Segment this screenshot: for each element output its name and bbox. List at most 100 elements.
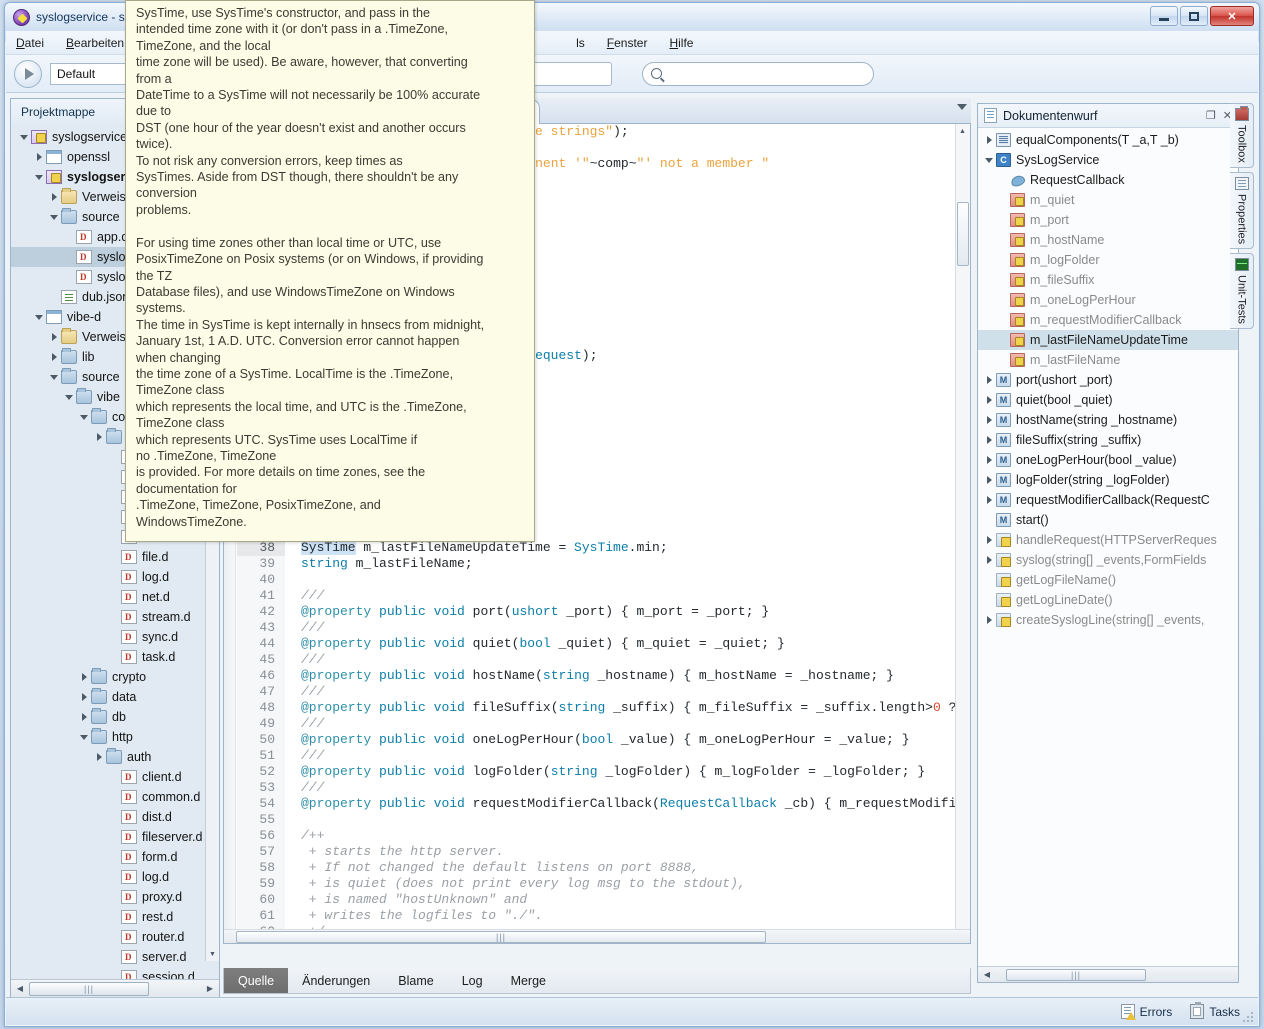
- code-line[interactable]: 55: [237, 812, 955, 828]
- chevron-right-icon[interactable]: [982, 476, 996, 484]
- resize-grip[interactable]: [1243, 1010, 1255, 1022]
- outline-item[interactable]: MfileSuffix(string _suffix): [978, 430, 1238, 450]
- chevron-down-icon[interactable]: [77, 414, 91, 420]
- tree-item[interactable]: task.d: [11, 647, 219, 667]
- chevron-down-icon[interactable]: [957, 104, 967, 110]
- editor-vscrollbar[interactable]: ▲: [955, 124, 970, 929]
- chevron-right-icon[interactable]: [77, 693, 91, 701]
- tree-item[interactable]: sync.d: [11, 627, 219, 647]
- search-box[interactable]: [642, 61, 874, 86]
- outline-hscroll-thumb[interactable]: |||: [1006, 968, 1146, 981]
- chevron-right-icon[interactable]: [77, 713, 91, 721]
- code-line[interactable]: 39 string m_lastFileName;: [237, 556, 955, 572]
- tree-item[interactable]: net.d: [11, 587, 219, 607]
- tree-item[interactable]: server.d: [11, 947, 219, 967]
- outline-item[interactable]: C SysLogService: [978, 150, 1238, 170]
- tree-item[interactable]: client.d: [11, 767, 219, 787]
- chevron-down-icon[interactable]: [47, 374, 61, 380]
- chevron-down-icon[interactable]: [47, 214, 61, 220]
- float-window-icon[interactable]: ❐: [1206, 109, 1216, 122]
- run-button[interactable]: [14, 59, 42, 88]
- tree-item[interactable]: crypto: [11, 667, 219, 687]
- outline-item[interactable]: m_hostName: [978, 230, 1238, 250]
- chevron-right-icon[interactable]: [982, 616, 996, 624]
- menu-fenster[interactable]: Fenster: [607, 36, 648, 50]
- code-line[interactable]: 54 @property public void requestModifierC…: [237, 796, 955, 812]
- tree-hscroll-thumb[interactable]: |||: [29, 981, 149, 996]
- code-line[interactable]: 46 @property public void hostName(string …: [237, 668, 955, 684]
- chevron-right-icon[interactable]: [982, 496, 996, 504]
- code-line[interactable]: 43 ///: [237, 620, 955, 636]
- tree-item[interactable]: stream.d: [11, 607, 219, 627]
- tree-item[interactable]: common.d: [11, 787, 219, 807]
- close-button[interactable]: ✕: [1210, 6, 1254, 26]
- code-line[interactable]: 59 + is quiet (does not print every log …: [237, 876, 955, 892]
- chevron-down-icon[interactable]: [32, 314, 46, 320]
- minimize-button[interactable]: [1150, 6, 1178, 26]
- code-line[interactable]: 58 + If not changed the default listens …: [237, 860, 955, 876]
- code-line[interactable]: 60 + is named "hostUnknown" and: [237, 892, 955, 908]
- code-line[interactable]: 48 @property public void fileSuffix(strin…: [237, 700, 955, 716]
- outline-item[interactable]: m_requestModifierCallback: [978, 310, 1238, 330]
- document-outline-tree[interactable]: equalComponents(T _a,T _b) C SysLogService…: [978, 128, 1238, 966]
- outline-item[interactable]: Mport(ushort _port): [978, 370, 1238, 390]
- chevron-right-icon[interactable]: [982, 136, 996, 144]
- tree-scroll-down-button[interactable]: ▼: [207, 948, 218, 960]
- chevron-right-icon[interactable]: [47, 193, 61, 201]
- tree-item[interactable]: log.d: [11, 867, 219, 887]
- outline-item[interactable]: getLogLineDate(): [978, 590, 1238, 610]
- chevron-right-icon[interactable]: [982, 396, 996, 404]
- chevron-right-icon[interactable]: [32, 153, 46, 161]
- dock-tab[interactable]: Unit-Tests: [1230, 253, 1254, 329]
- outline-item[interactable]: MhostName(string _hostname): [978, 410, 1238, 430]
- outline-item[interactable]: m_lastFileNameUpdateTime: [978, 330, 1238, 350]
- code-line[interactable]: 40: [237, 572, 955, 588]
- code-line[interactable]: 41 ///: [237, 588, 955, 604]
- outline-item[interactable]: m_fileSuffix: [978, 270, 1238, 290]
- chevron-down-icon[interactable]: [32, 174, 46, 180]
- tree-item[interactable]: dist.d: [11, 807, 219, 827]
- chevron-right-icon[interactable]: [47, 353, 61, 361]
- code-line[interactable]: 51 ///: [237, 748, 955, 764]
- outline-item[interactable]: m_logFolder: [978, 250, 1238, 270]
- menu-hilfe[interactable]: Hilfe: [669, 36, 693, 50]
- code-line[interactable]: 56 /++: [237, 828, 955, 844]
- code-line[interactable]: 47 ///: [237, 684, 955, 700]
- code-line[interactable]: 50 @property public void oneLogPerHour(bo…: [237, 732, 955, 748]
- outline-item[interactable]: m_quiet: [978, 190, 1238, 210]
- outline-item[interactable]: m_port: [978, 210, 1238, 230]
- menu-datei[interactable]: DDateiatei: [16, 36, 44, 50]
- tree-item[interactable]: form.d: [11, 847, 219, 867]
- editor-scroll-up-button[interactable]: ▲: [957, 125, 968, 137]
- code-line[interactable]: 42 @property public void port(ushort _por…: [237, 604, 955, 620]
- tree-item[interactable]: proxy.d: [11, 887, 219, 907]
- editor-bottom-tab[interactable]: Log: [448, 968, 497, 993]
- outline-scroll-left-button[interactable]: ◀: [980, 968, 994, 982]
- tree-item[interactable]: log.d: [11, 567, 219, 587]
- code-line[interactable]: 49 ///: [237, 716, 955, 732]
- chevron-right-icon[interactable]: [982, 376, 996, 384]
- tree-item[interactable]: rest.d: [11, 907, 219, 927]
- tree-item[interactable]: router.d: [11, 927, 219, 947]
- outline-item[interactable]: MlogFolder(string _logFolder): [978, 470, 1238, 490]
- outline-item[interactable]: createSyslogLine(string[] _events,: [978, 610, 1238, 630]
- code-line[interactable]: 44 @property public void quiet(bool _quie…: [237, 636, 955, 652]
- tree-scroll-left-button[interactable]: ◀: [13, 982, 27, 996]
- outline-item[interactable]: MrequestModifierCallback(RequestC: [978, 490, 1238, 510]
- editor-vscroll-thumb[interactable]: [957, 202, 969, 266]
- editor-bottom-tab[interactable]: Quelle: [224, 968, 289, 993]
- outline-item[interactable]: Mstart(): [978, 510, 1238, 530]
- chevron-right-icon[interactable]: [77, 673, 91, 681]
- editor-bottom-tab[interactable]: Änderungen: [288, 968, 384, 993]
- code-line[interactable]: 52 @property public void logFolder(string…: [237, 764, 955, 780]
- editor-hscrollbar[interactable]: |||: [224, 929, 970, 943]
- chevron-right-icon[interactable]: [47, 333, 61, 341]
- tree-item[interactable]: fileserver.d: [11, 827, 219, 847]
- tree-item[interactable]: http: [11, 727, 219, 747]
- code-line[interactable]: 45 ///: [237, 652, 955, 668]
- code-line[interactable]: 57 + starts the http server.: [237, 844, 955, 860]
- chevron-down-icon[interactable]: [62, 394, 76, 400]
- maximize-button[interactable]: [1180, 6, 1208, 26]
- tree-item[interactable]: db: [11, 707, 219, 727]
- chevron-right-icon[interactable]: [982, 556, 996, 564]
